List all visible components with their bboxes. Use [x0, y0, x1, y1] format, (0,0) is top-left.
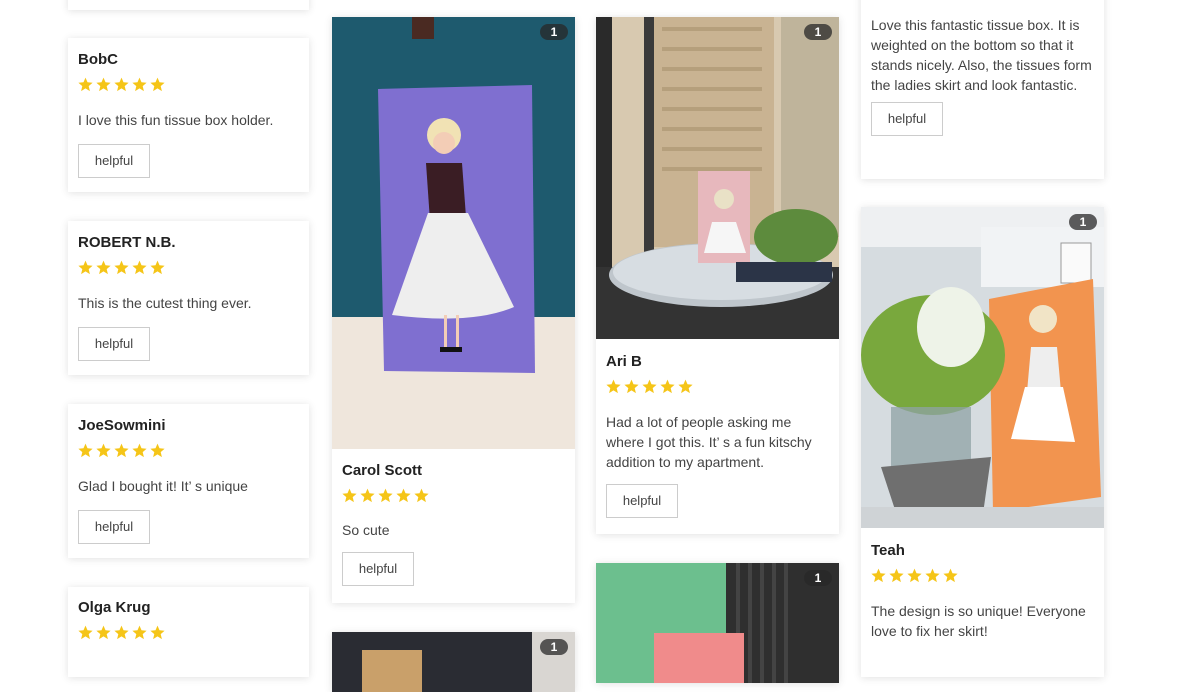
review-card-ari-b: 1 Ari B Had a lot of people asking me wh… — [596, 17, 839, 534]
star-icon — [96, 443, 111, 458]
review-text: Love this fantastic tissue box. It is we… — [871, 17, 1092, 93]
star-icon — [132, 77, 147, 92]
review-card-top-right: Love this fantastic tissue box. It is we… — [861, 0, 1104, 179]
star-icon — [114, 77, 129, 92]
reviewer-name: Carol Scott — [342, 462, 423, 479]
review-card-olga: Olga Krug — [68, 587, 309, 677]
review-text: This is the cutest thing ever. — [78, 295, 252, 311]
helpful-button[interactable]: helpful — [871, 102, 943, 136]
review-text: So cute — [342, 522, 390, 538]
review-photo-dark — [332, 632, 575, 692]
star-icon — [378, 488, 393, 503]
review-card-green-photo: 1 — [596, 563, 839, 683]
star-icon — [132, 625, 147, 640]
review-photo[interactable]: 1 — [596, 563, 839, 683]
star-icon — [396, 488, 411, 503]
star-icon — [678, 379, 693, 394]
star-icon — [96, 260, 111, 275]
reviewer-name: JoeSowmini — [78, 417, 166, 434]
review-card-teah: 1 Teah The design is so unique! Everyone… — [861, 207, 1104, 677]
star-icon — [360, 488, 375, 503]
star-icon — [624, 379, 639, 394]
review-photo[interactable]: 1 — [332, 632, 575, 692]
reviewer-name: Ari B — [606, 353, 642, 370]
review-card-bobc: BobC I love this fun tissue box holder. … — [68, 38, 309, 192]
star-icon — [660, 379, 675, 394]
star-icon — [642, 379, 657, 394]
review-card-robert: ROBERT N.B. This is the cutest thing eve… — [68, 221, 309, 375]
star-icon — [150, 77, 165, 92]
star-rating — [78, 77, 299, 93]
helpful-button[interactable]: helpful — [78, 327, 150, 361]
star-rating — [78, 625, 299, 641]
star-icon — [889, 568, 904, 583]
review-photo-green — [596, 563, 839, 683]
reviewer-name: ROBERT N.B. — [78, 234, 176, 251]
star-icon — [114, 625, 129, 640]
helpful-button[interactable]: helpful — [606, 484, 678, 518]
review-photo[interactable]: 1 — [596, 17, 839, 339]
reviewer-name: BobC — [78, 51, 118, 68]
reviewer-name: Teah — [871, 542, 905, 559]
review-photo[interactable]: 1 — [332, 17, 575, 449]
star-rating — [606, 379, 829, 395]
star-icon — [78, 443, 93, 458]
review-card-joesowmini: JoeSowmini Glad I bought it! It’ s uniqu… — [68, 404, 309, 558]
star-rating — [342, 488, 565, 504]
star-icon — [132, 260, 147, 275]
helpful-button[interactable]: helpful — [342, 552, 414, 586]
review-card-partial-top — [68, 0, 309, 10]
star-icon — [414, 488, 429, 503]
star-icon — [150, 625, 165, 640]
star-icon — [925, 568, 940, 583]
star-icon — [150, 443, 165, 458]
review-text: The design is so unique! Everyone love t… — [871, 603, 1086, 639]
helpful-button[interactable]: helpful — [78, 510, 150, 544]
star-icon — [606, 379, 621, 394]
review-text: I love this fun tissue box holder. — [78, 112, 274, 128]
review-card-partial-bottom: 1 — [332, 632, 575, 692]
star-icon — [78, 77, 93, 92]
photo-count-badge: 1 — [1069, 214, 1097, 230]
review-photo[interactable]: 1 — [861, 207, 1104, 528]
tissue-box-photo-purple — [332, 17, 575, 449]
star-rating — [78, 260, 299, 276]
review-card-carol-scott: 1 Carol Scott So cute helpful — [332, 17, 575, 603]
photo-count-badge: 1 — [804, 570, 832, 586]
star-icon — [114, 443, 129, 458]
reviewer-name: Olga Krug — [78, 599, 151, 616]
review-text: Glad I bought it! It’ s unique — [78, 478, 248, 494]
tissue-box-photo-window — [596, 17, 839, 339]
photo-count-badge: 1 — [540, 24, 568, 40]
photo-count-badge: 1 — [804, 24, 832, 40]
helpful-button[interactable]: helpful — [78, 144, 150, 178]
star-icon — [150, 260, 165, 275]
photo-count-badge: 1 — [540, 639, 568, 655]
star-rating — [871, 568, 1094, 584]
star-icon — [871, 568, 886, 583]
star-icon — [342, 488, 357, 503]
tissue-box-photo-orange — [861, 207, 1104, 528]
star-icon — [96, 625, 111, 640]
star-icon — [78, 260, 93, 275]
star-icon — [943, 568, 958, 583]
star-rating — [78, 443, 299, 459]
star-icon — [132, 443, 147, 458]
star-icon — [96, 77, 111, 92]
star-icon — [114, 260, 129, 275]
review-text: Had a lot of people asking me where I go… — [606, 414, 812, 470]
star-icon — [907, 568, 922, 583]
star-icon — [78, 625, 93, 640]
